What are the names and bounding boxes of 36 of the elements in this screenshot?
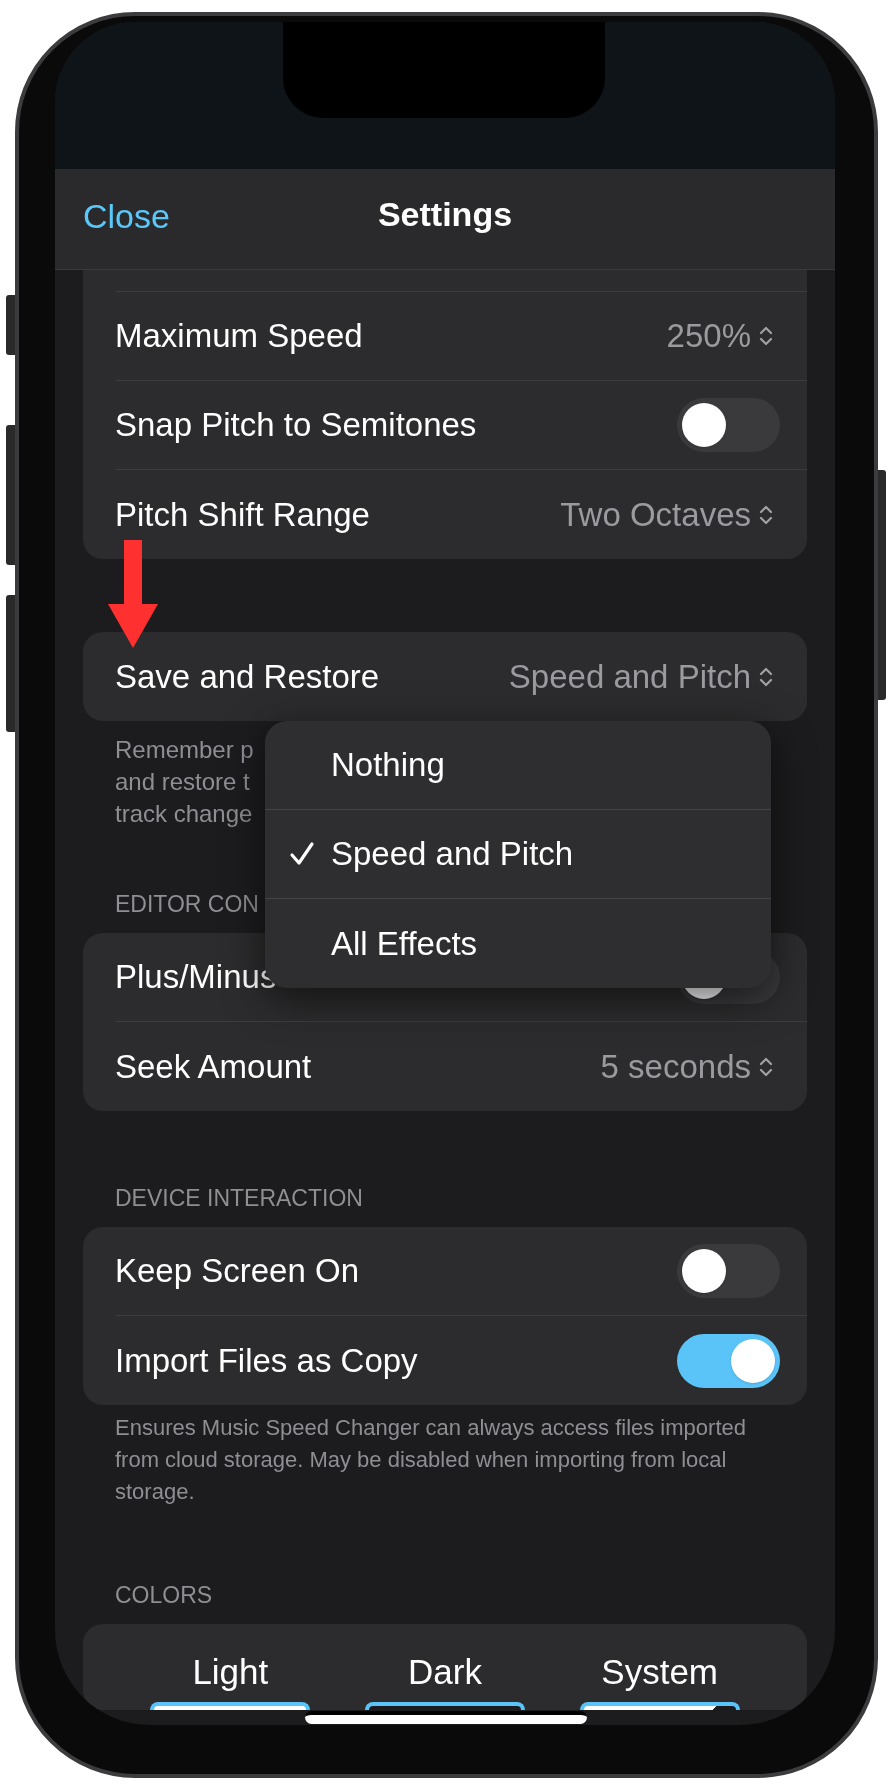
setting-label: Snap Pitch to Semitones [115, 405, 477, 446]
section-header: COLORS [114, 1581, 213, 1609]
theme-label: Light [192, 1654, 269, 1690]
close-button[interactable]: Close [83, 191, 170, 242]
setting-label: Save and Restore [115, 656, 380, 697]
setting-label: Maximum Speed [115, 316, 363, 357]
chevron-updown-icon [759, 325, 773, 347]
setting-label: Pitch Shift Range [115, 494, 370, 535]
toggle-switch[interactable] [677, 1333, 780, 1388]
arrow-icon [108, 540, 158, 648]
footer-text: track change [115, 799, 253, 829]
chevron-updown-icon [759, 503, 773, 526]
theme-preview[interactable] [150, 1702, 311, 1710]
theme-label: System [601, 1654, 718, 1690]
section-header: DEVICE INTERACTION [114, 1184, 363, 1212]
footer-text: Remember p [115, 735, 254, 765]
chevron-updown-icon [759, 1055, 773, 1078]
value-picker[interactable]: Two Octaves [560, 489, 780, 540]
theme-preview[interactable] [579, 1702, 740, 1710]
setting-label: Seek Amount [115, 1046, 312, 1087]
chevron-updown-icon [759, 665, 773, 688]
setting-label: Import Files as Copy [115, 1340, 418, 1381]
home-indicator[interactable] [305, 1711, 587, 1724]
value-picker[interactable]: Speed and Pitch [508, 651, 780, 702]
setting-label: Plus/Minus [115, 957, 277, 998]
section-header: EDITOR CON [114, 890, 259, 918]
theme-preview[interactable] [365, 1702, 525, 1710]
theme-label: Dark [408, 1654, 482, 1690]
footer-text: and restore t [115, 767, 250, 797]
setting-label: Keep Screen On [115, 1251, 359, 1292]
footer-text: Ensures Music Speed Changer can always access files imported from cloud storage. May be disabled when importing from local storage. [114, 1414, 747, 1506]
value-picker[interactable]: 5 seconds [600, 1041, 780, 1092]
value-picker[interactable]: 250% [666, 311, 780, 361]
window-title: Settings [377, 193, 513, 235]
menu-item[interactable]: Speed and Pitch [265, 810, 771, 899]
menu-item[interactable]: Nothing [265, 721, 771, 810]
